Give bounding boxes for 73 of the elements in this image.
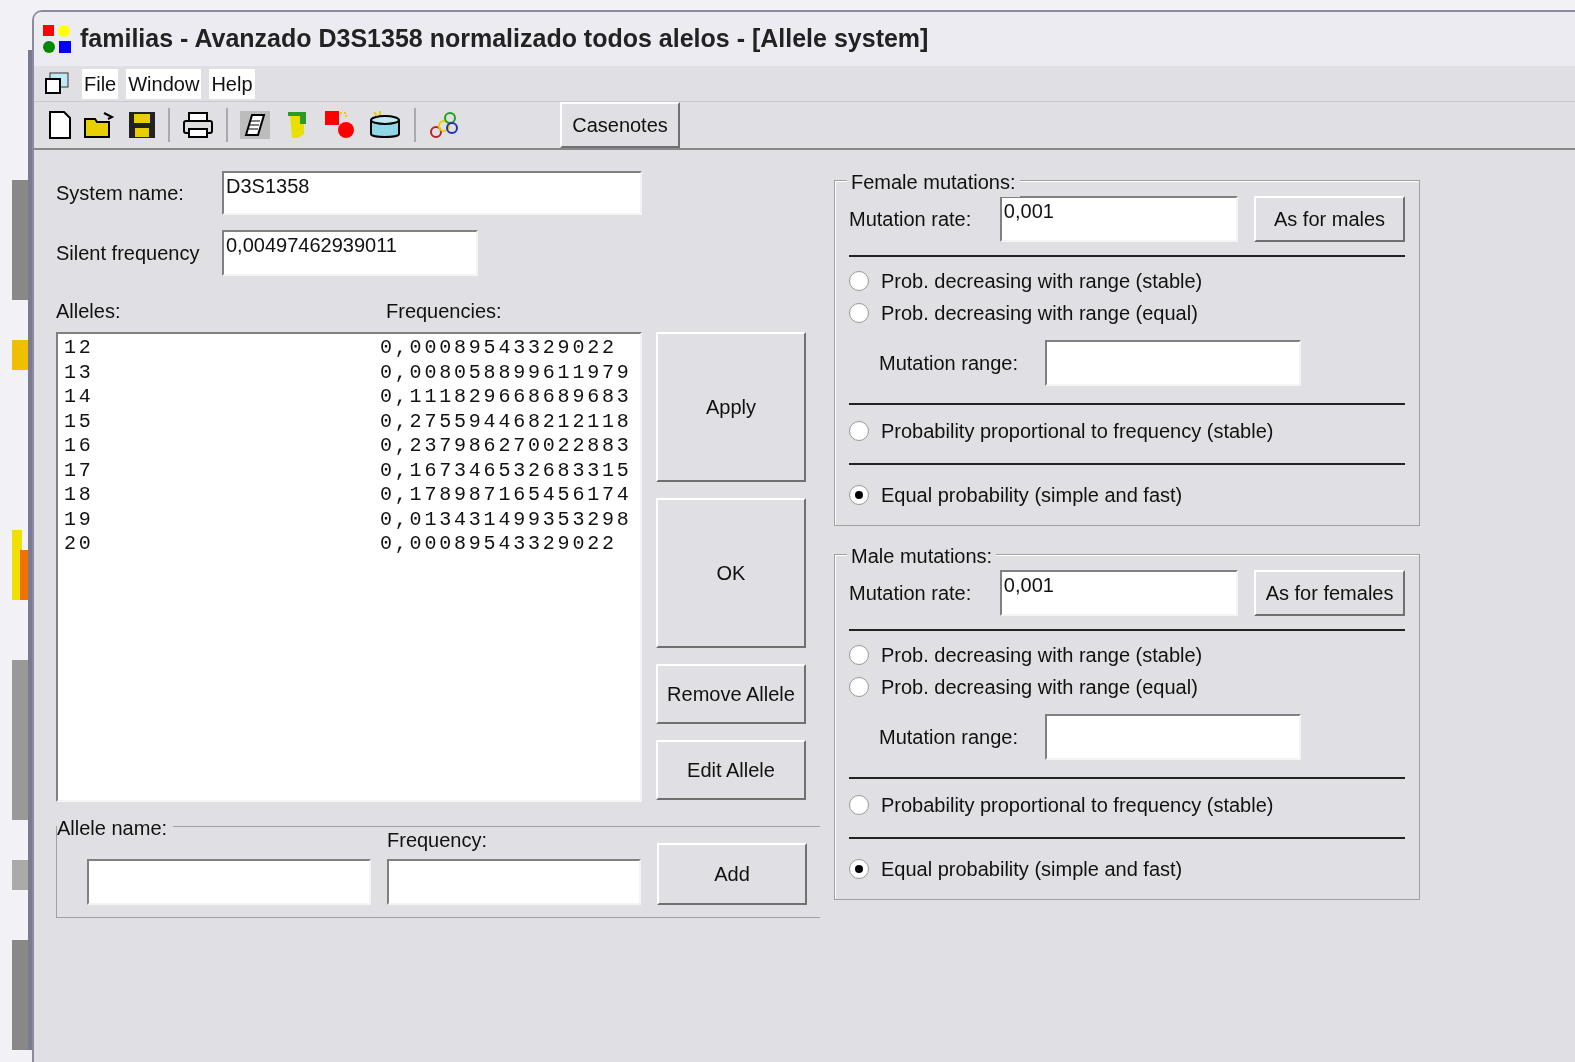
field-label: Mutation range:: [879, 725, 1019, 750]
allele-frequency: 0,00089543329022: [380, 336, 617, 361]
mutation-rate-field[interactable]: 0,001: [999, 196, 1239, 242]
allele-name: 15: [64, 409, 95, 434]
allele-name: 19: [64, 507, 95, 532]
radio-label: Prob. decreasing with range (equal): [881, 675, 1198, 700]
allele-name: 17: [64, 458, 95, 483]
menu-item[interactable]: File: [82, 68, 119, 99]
allele-name: 20: [64, 532, 95, 557]
allele-frequency: 0,008058899611979: [380, 360, 632, 385]
button[interactable]: Apply: [656, 332, 806, 482]
field-label: System name:: [56, 181, 185, 206]
allele-frequency: 0,178987165456174: [380, 483, 632, 508]
button[interactable]: OK: [656, 498, 806, 648]
button[interactable]: Edit Allele: [656, 740, 806, 800]
radio-label: Probability proportional to frequency (stable): [881, 793, 1274, 818]
allele-name: 13: [64, 360, 95, 385]
radio-label: Probability proportional to frequency (stable): [881, 419, 1274, 444]
new-document-icon[interactable]: [48, 111, 72, 139]
allele-frequency: 0,237986270022883: [380, 434, 632, 459]
allele-name: 16: [64, 434, 95, 459]
allele-list[interactable]: 12 0,00089543329022 13 0,008058899611979 14 0,111829668689683 15 0,275594468212118 16 0,237986270022883 17 0,167346532683315 18 0,178987165456174 19 0,013431499353298 20 0,00089543329022: [56, 332, 642, 802]
save-icon[interactable]: [128, 111, 156, 139]
casenotes-button[interactable]: Casenotes: [560, 102, 680, 148]
frequency-field[interactable]: [387, 859, 641, 905]
field-label: Mutation rate:: [849, 207, 973, 232]
database-icon[interactable]: [368, 110, 402, 140]
window-title: familias - Avanzado D3S1358 normalizado todos alelos - [Allele system]: [80, 23, 929, 55]
column-label: Alleles:: [56, 299, 122, 324]
column-label: Frequencies:: [386, 299, 502, 324]
mutation-range-field[interactable]: [1045, 714, 1301, 760]
notes-icon[interactable]: [240, 111, 270, 139]
allele-name: 18: [64, 483, 95, 508]
allele-frequency: 0,167346532683315: [380, 458, 632, 483]
field-label: Frequency:: [387, 828, 489, 853]
button[interactable]: Remove Allele: [656, 664, 806, 724]
radio-label: Prob. decreasing with range (stable): [881, 269, 1203, 294]
radio-button[interactable]: [849, 421, 869, 441]
app-logo-icon: [42, 24, 72, 54]
silent-frequency-field[interactable]: 0,00497462939011: [222, 230, 478, 276]
button[interactable]: Add: [657, 843, 807, 905]
button[interactable]: As for females: [1254, 570, 1405, 616]
system-name-field[interactable]: D3S1358: [222, 171, 642, 215]
allele-frequency: 0,00089543329022: [380, 532, 617, 557]
radio-button[interactable]: [849, 795, 869, 815]
allele-name: 12: [64, 336, 95, 361]
allele-frequency: 0,275594468212118: [380, 409, 632, 434]
shapes-icon[interactable]: [324, 110, 356, 140]
allele-frequency: 0,111829668689683: [380, 385, 632, 410]
allele-name-field[interactable]: [87, 859, 371, 905]
mutation-rate-field[interactable]: 0,001: [999, 570, 1239, 616]
allele-name: 14: [64, 385, 95, 410]
open-folder-icon[interactable]: [84, 111, 116, 139]
field-label: Mutation rate:: [849, 581, 973, 606]
radio-button[interactable]: [849, 303, 869, 323]
allele-frequency: 0,013431499353298: [380, 507, 632, 532]
radio-button[interactable]: [849, 271, 869, 291]
button[interactable]: As for males: [1254, 196, 1405, 242]
radio-button[interactable]: [849, 677, 869, 697]
radio-label: Equal probability (simple and fast): [881, 857, 1183, 882]
radio-button[interactable]: [849, 485, 869, 505]
radio-button[interactable]: [849, 859, 869, 879]
radio-button[interactable]: [849, 645, 869, 665]
menu-item[interactable]: Help: [209, 68, 255, 99]
field-label: Mutation range:: [879, 351, 1019, 376]
linked-rings-icon[interactable]: [428, 110, 460, 140]
field-label: Silent frequency: [56, 241, 201, 266]
radio-label: Prob. decreasing with range (equal): [881, 301, 1198, 326]
radio-label: Equal probability (simple and fast): [881, 483, 1183, 508]
print-icon[interactable]: [182, 111, 214, 139]
radio-label: Prob. decreasing with range (stable): [881, 643, 1203, 668]
mutation-range-field[interactable]: [1045, 340, 1301, 386]
menu-item[interactable]: Window: [126, 68, 202, 99]
